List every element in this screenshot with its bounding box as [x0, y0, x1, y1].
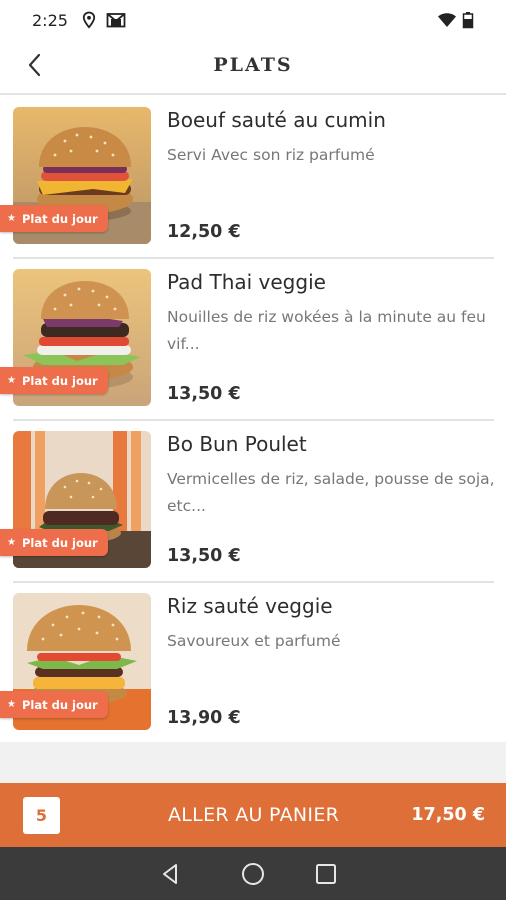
dish-name: Pad Thai veggie [167, 270, 326, 294]
star-icon: ★ [7, 213, 16, 224]
plat-du-jour-badge: ★ Plat du jour [0, 529, 108, 556]
badge-label: Plat du jour [21, 373, 98, 388]
dish-price: 12,50 € [167, 222, 241, 242]
dish-description: Savoureux et parfumé [167, 632, 341, 650]
cart-count-badge: 5 [23, 797, 60, 834]
cart-total: 17,50 € [411, 805, 485, 825]
badge-label: Plat du jour [21, 697, 98, 712]
dish-price: 13,50 € [167, 384, 241, 404]
system-nav-bar [0, 847, 506, 900]
plat-du-jour-badge: ★ Plat du jour [0, 691, 108, 718]
dish-item[interactable]: ★ Plat du jour Boeuf sauté au cumin Serv… [0, 97, 506, 259]
go-to-cart-button[interactable]: 5 ALLER AU PANIER 17,50 € [0, 783, 506, 847]
star-icon: ★ [7, 537, 16, 548]
dish-name: Bo Bun Poulet [167, 432, 307, 456]
location-icon [80, 11, 98, 29]
plat-du-jour-badge: ★ Plat du jour [0, 205, 108, 232]
plat-du-jour-badge: ★ Plat du jour [0, 367, 108, 394]
dish-description: Vermicelles de riz, salade, pousse de so… [167, 470, 495, 515]
back-triangle-icon[interactable] [158, 861, 184, 887]
home-circle-icon[interactable] [240, 861, 266, 887]
dish-name: Boeuf sauté au cumin [167, 108, 386, 132]
dish-description: Nouilles de riz wokées à la minute au fe… [167, 308, 486, 353]
status-time: 2:25 [32, 11, 68, 30]
dish-price: 13,50 € [167, 546, 241, 566]
star-icon: ★ [7, 699, 16, 710]
dish-item[interactable]: ★ Plat du jour Pad Thai veggie Nouilles … [0, 259, 506, 421]
status-bar: 2:25 [0, 0, 506, 40]
battery-icon [462, 11, 474, 29]
page-title: PLATS [213, 54, 293, 76]
list-footer [0, 742, 506, 783]
dish-description: Servi Avec son riz parfumé [167, 146, 375, 164]
badge-label: Plat du jour [21, 535, 98, 550]
gmail-icon [106, 11, 126, 29]
dish-name: Riz sauté veggie [167, 594, 333, 618]
dish-item[interactable]: ★ Plat du jour Bo Bun Poulet Vermicelles… [0, 421, 506, 583]
cart-label: ALLER AU PANIER [168, 804, 340, 826]
wifi-icon [437, 11, 457, 29]
dish-price: 13,90 € [167, 708, 241, 728]
star-icon: ★ [7, 375, 16, 386]
app-header: PLATS [0, 40, 506, 95]
recents-square-icon[interactable] [313, 861, 339, 887]
dish-item[interactable]: ★ Plat du jour Riz sauté veggie Savoureu… [0, 583, 506, 745]
badge-label: Plat du jour [21, 211, 98, 226]
